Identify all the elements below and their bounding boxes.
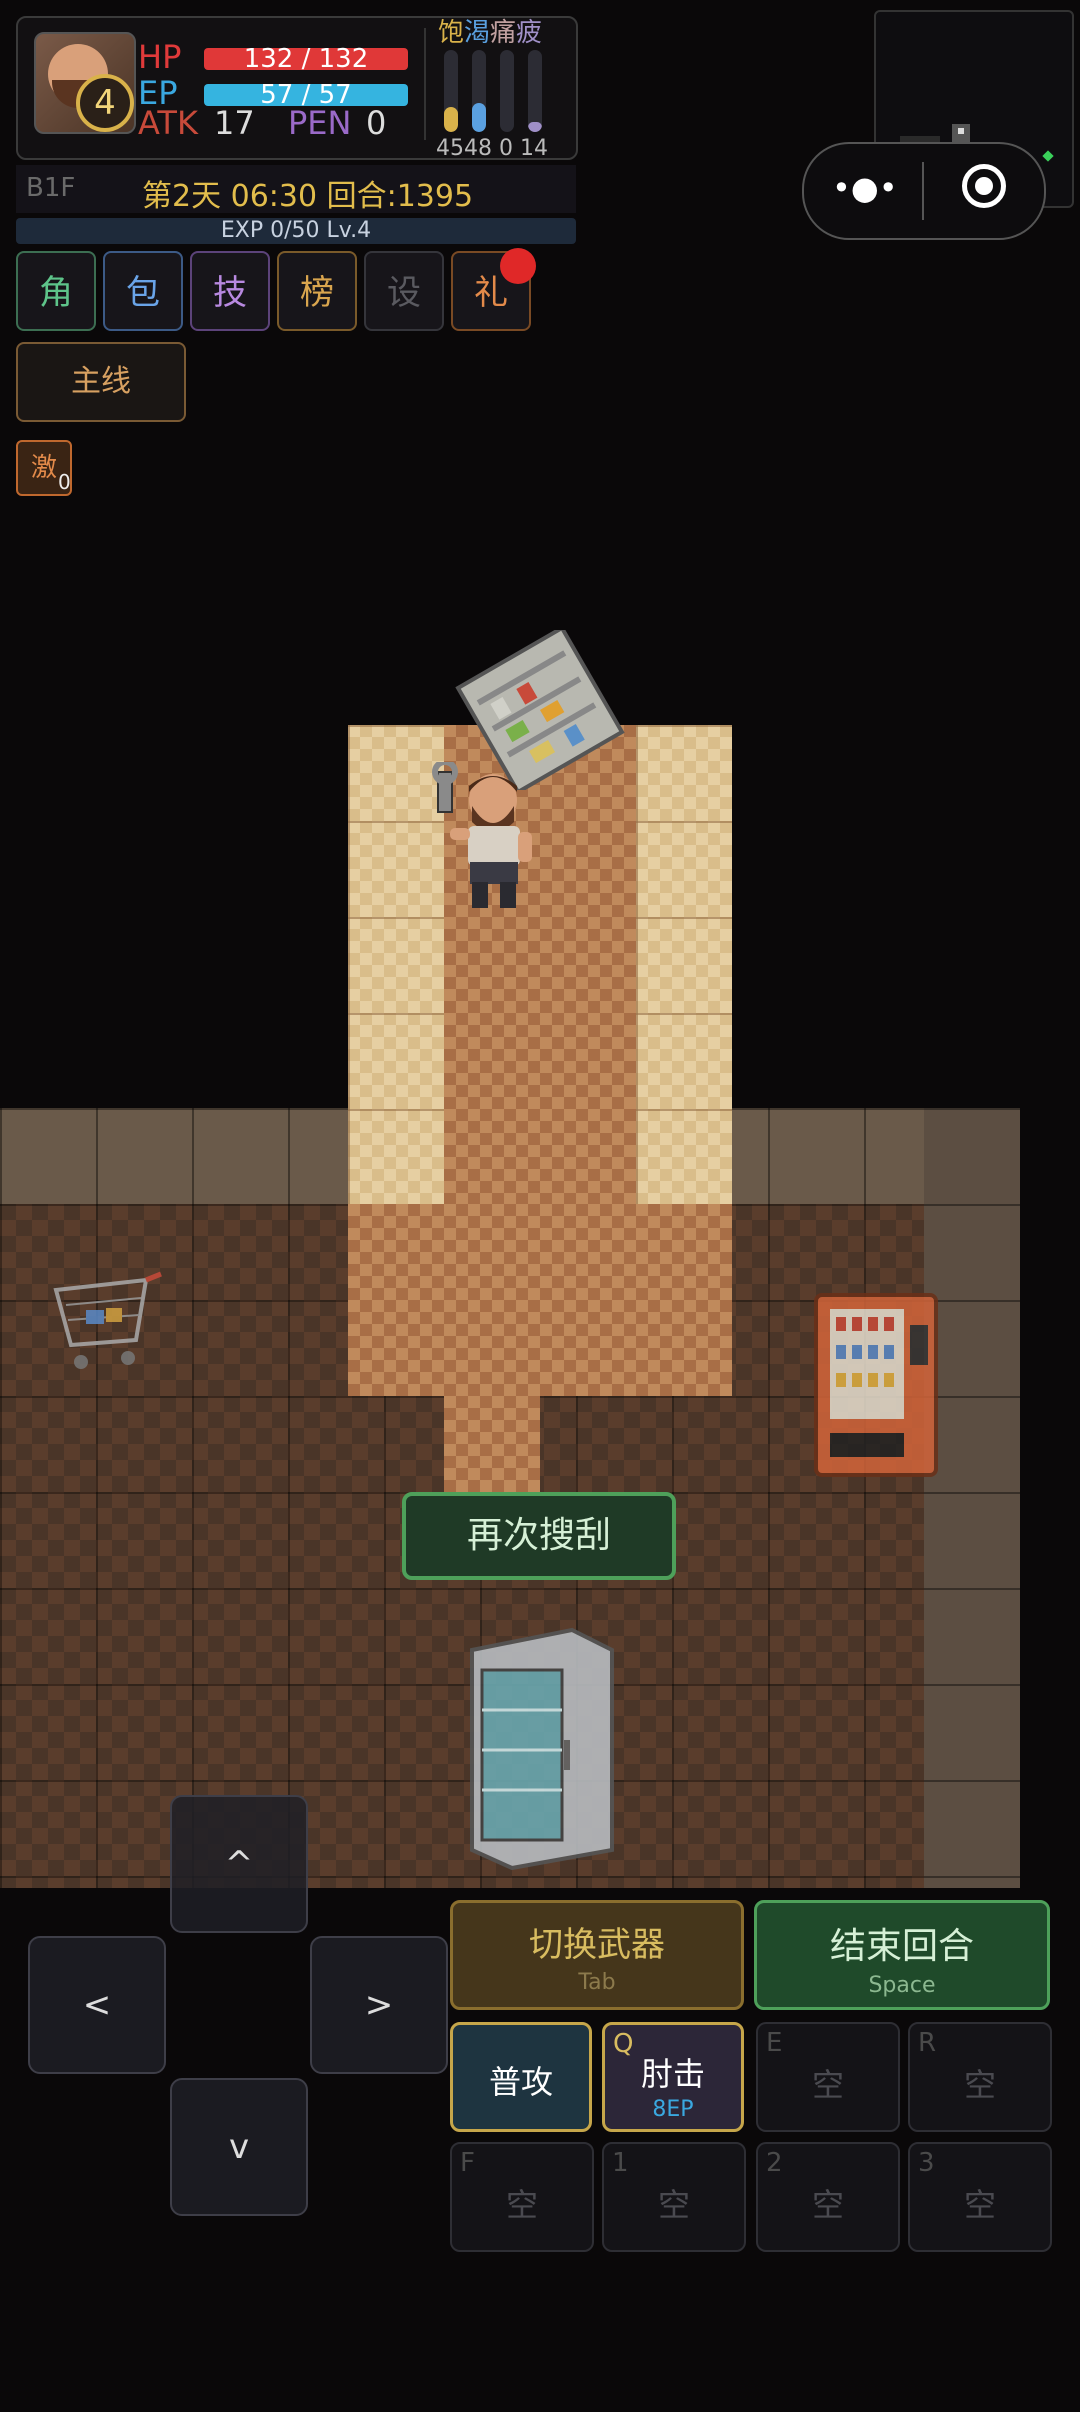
elbow-key: Q xyxy=(613,2029,634,2059)
skill-slot-r[interactable]: R 空 xyxy=(908,2022,1052,2132)
slot-label: 空 xyxy=(505,2186,538,2224)
end-turn-key: Space xyxy=(868,1973,936,1998)
switch-weapon-label: 切换武器 xyxy=(529,1925,665,1965)
slot-label: 空 xyxy=(811,2186,844,2224)
skill-slot-f[interactable]: F 空 xyxy=(450,2142,594,2252)
close-target-icon[interactable] xyxy=(962,164,1006,208)
divider xyxy=(424,28,426,140)
needs-panel: 饱渴痛疲 4548 0 14 xyxy=(434,10,554,170)
elbow-cost: 8EP xyxy=(652,2097,694,2122)
needs-values: 4548 0 14 xyxy=(436,136,548,161)
lit-area xyxy=(348,1204,732,1396)
slot-key: 1 xyxy=(612,2148,629,2178)
more-icon[interactable]: •●• xyxy=(832,172,898,204)
slot-key: E xyxy=(766,2028,783,2058)
slot-label: 空 xyxy=(963,2066,996,2104)
slot-key: R xyxy=(918,2028,937,2058)
elbow-skill-button[interactable]: Q 肘击 8EP xyxy=(602,2022,744,2132)
search-again-button[interactable]: 再次搜刮 xyxy=(402,1492,676,1580)
ep-bar: 57 / 57 xyxy=(204,82,408,108)
level-badge: 4 xyxy=(76,74,134,132)
notification-dot xyxy=(500,248,536,284)
right-wall xyxy=(924,1108,1020,1888)
shopping-cart-sprite[interactable] xyxy=(46,1270,166,1380)
need-label: 疲 xyxy=(516,18,543,48)
atk-label: ATK xyxy=(138,104,198,142)
skill-slot-e[interactable]: E 空 xyxy=(756,2022,900,2132)
need-label: 渴 xyxy=(464,18,491,48)
hp-bar: 132 / 132 xyxy=(204,46,408,72)
need-bar xyxy=(472,50,486,132)
dpad-left-button[interactable]: < xyxy=(28,1936,166,2074)
menu-button-1[interactable]: 包 xyxy=(103,251,183,331)
dpad-up-button[interactable]: ^ xyxy=(170,1795,308,1933)
lit-path-end xyxy=(444,1396,540,1492)
menu-button-3[interactable]: 榜 xyxy=(277,251,357,331)
skill-slot-3[interactable]: 3 空 xyxy=(908,2142,1052,2252)
vending-machine-sprite[interactable] xyxy=(806,1285,946,1485)
dpad-down-button[interactable]: v xyxy=(170,2078,308,2216)
minimap-player xyxy=(958,128,964,134)
normal-attack-button[interactable]: 普攻 xyxy=(450,2022,592,2132)
pen-label: PEN xyxy=(288,104,352,142)
slot-label: 空 xyxy=(963,2186,996,2224)
slot-label: 空 xyxy=(657,2186,690,2224)
menu-button-2[interactable]: 技 xyxy=(190,251,270,331)
slot-key: 3 xyxy=(918,2148,935,2178)
end-turn-label: 结束回合 xyxy=(829,1926,974,1967)
slot-key: 2 xyxy=(766,2148,783,2178)
dpad-right-button[interactable]: > xyxy=(310,1936,448,2074)
day-time-turn: 第2天 06:30 回合:1395 xyxy=(142,179,474,214)
need-bar xyxy=(500,50,514,132)
need-bar xyxy=(528,50,542,132)
refrigerator-sprite[interactable] xyxy=(452,1620,632,1870)
hp-label: HP xyxy=(138,38,182,76)
need-label: 饱 xyxy=(438,18,465,48)
switch-weapon-button[interactable]: 切换武器 Tab xyxy=(450,1900,744,2010)
capsule-divider xyxy=(922,162,924,220)
slot-label: 空 xyxy=(811,2066,844,2104)
need-bar xyxy=(444,50,458,132)
menu-button-0[interactable]: 角 xyxy=(16,251,96,331)
needs-labels: 饱渴痛疲 xyxy=(438,12,542,49)
skill-slot-2[interactable]: 2 空 xyxy=(756,2142,900,2252)
main-quest-button[interactable]: 主线 xyxy=(16,342,186,422)
floor-label: B1F xyxy=(26,173,76,203)
normal-attack-label: 普攻 xyxy=(488,2063,553,2101)
end-turn-button[interactable]: 结束回合 Space xyxy=(754,1900,1050,2010)
switch-weapon-key: Tab xyxy=(578,1970,616,1995)
need-label: 痛 xyxy=(490,18,517,48)
exp-bar: EXP 0/50 Lv.4 xyxy=(16,218,576,244)
need-bar-fill xyxy=(472,103,486,132)
skill-slot-1[interactable]: 1 空 xyxy=(602,2142,746,2252)
pen-value: 0 xyxy=(366,104,387,142)
mini-program-capsule: •●• xyxy=(802,142,1046,240)
need-bar-fill xyxy=(528,122,542,132)
info-row: B1F 第2天 06:30 回合:1395 xyxy=(16,165,576,214)
player-character xyxy=(432,762,532,908)
slot-key: F xyxy=(460,2148,475,2178)
atk-value: 17 xyxy=(214,104,255,142)
need-bar-fill xyxy=(444,107,458,132)
minimap-marker xyxy=(1042,150,1054,162)
boost-count: 0 xyxy=(58,470,71,494)
menu-button-4[interactable]: 设 xyxy=(364,251,444,331)
